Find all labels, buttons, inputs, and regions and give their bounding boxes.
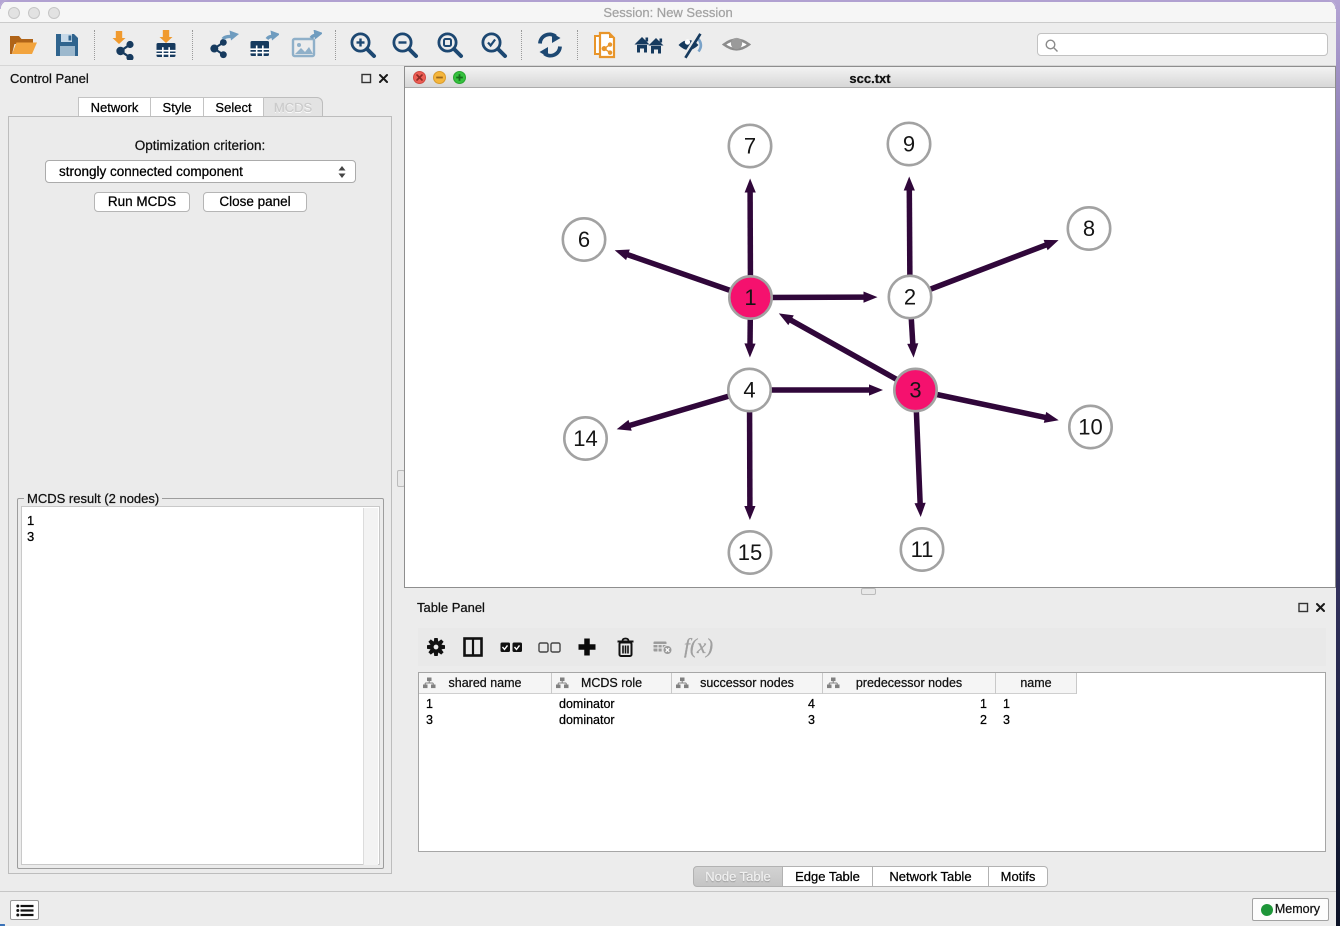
svg-text:15: 15: [738, 540, 762, 565]
svg-text:4: 4: [743, 378, 755, 403]
svg-text:1: 1: [744, 285, 756, 310]
svg-text:10: 10: [1078, 415, 1102, 440]
svg-text:6: 6: [578, 227, 590, 252]
svg-text:3: 3: [909, 378, 921, 403]
svg-text:11: 11: [911, 537, 934, 562]
svg-text:9: 9: [903, 132, 915, 157]
svg-text:2: 2: [904, 285, 916, 310]
svg-text:7: 7: [744, 134, 756, 159]
svg-text:8: 8: [1083, 216, 1095, 241]
svg-text:14: 14: [573, 426, 597, 451]
